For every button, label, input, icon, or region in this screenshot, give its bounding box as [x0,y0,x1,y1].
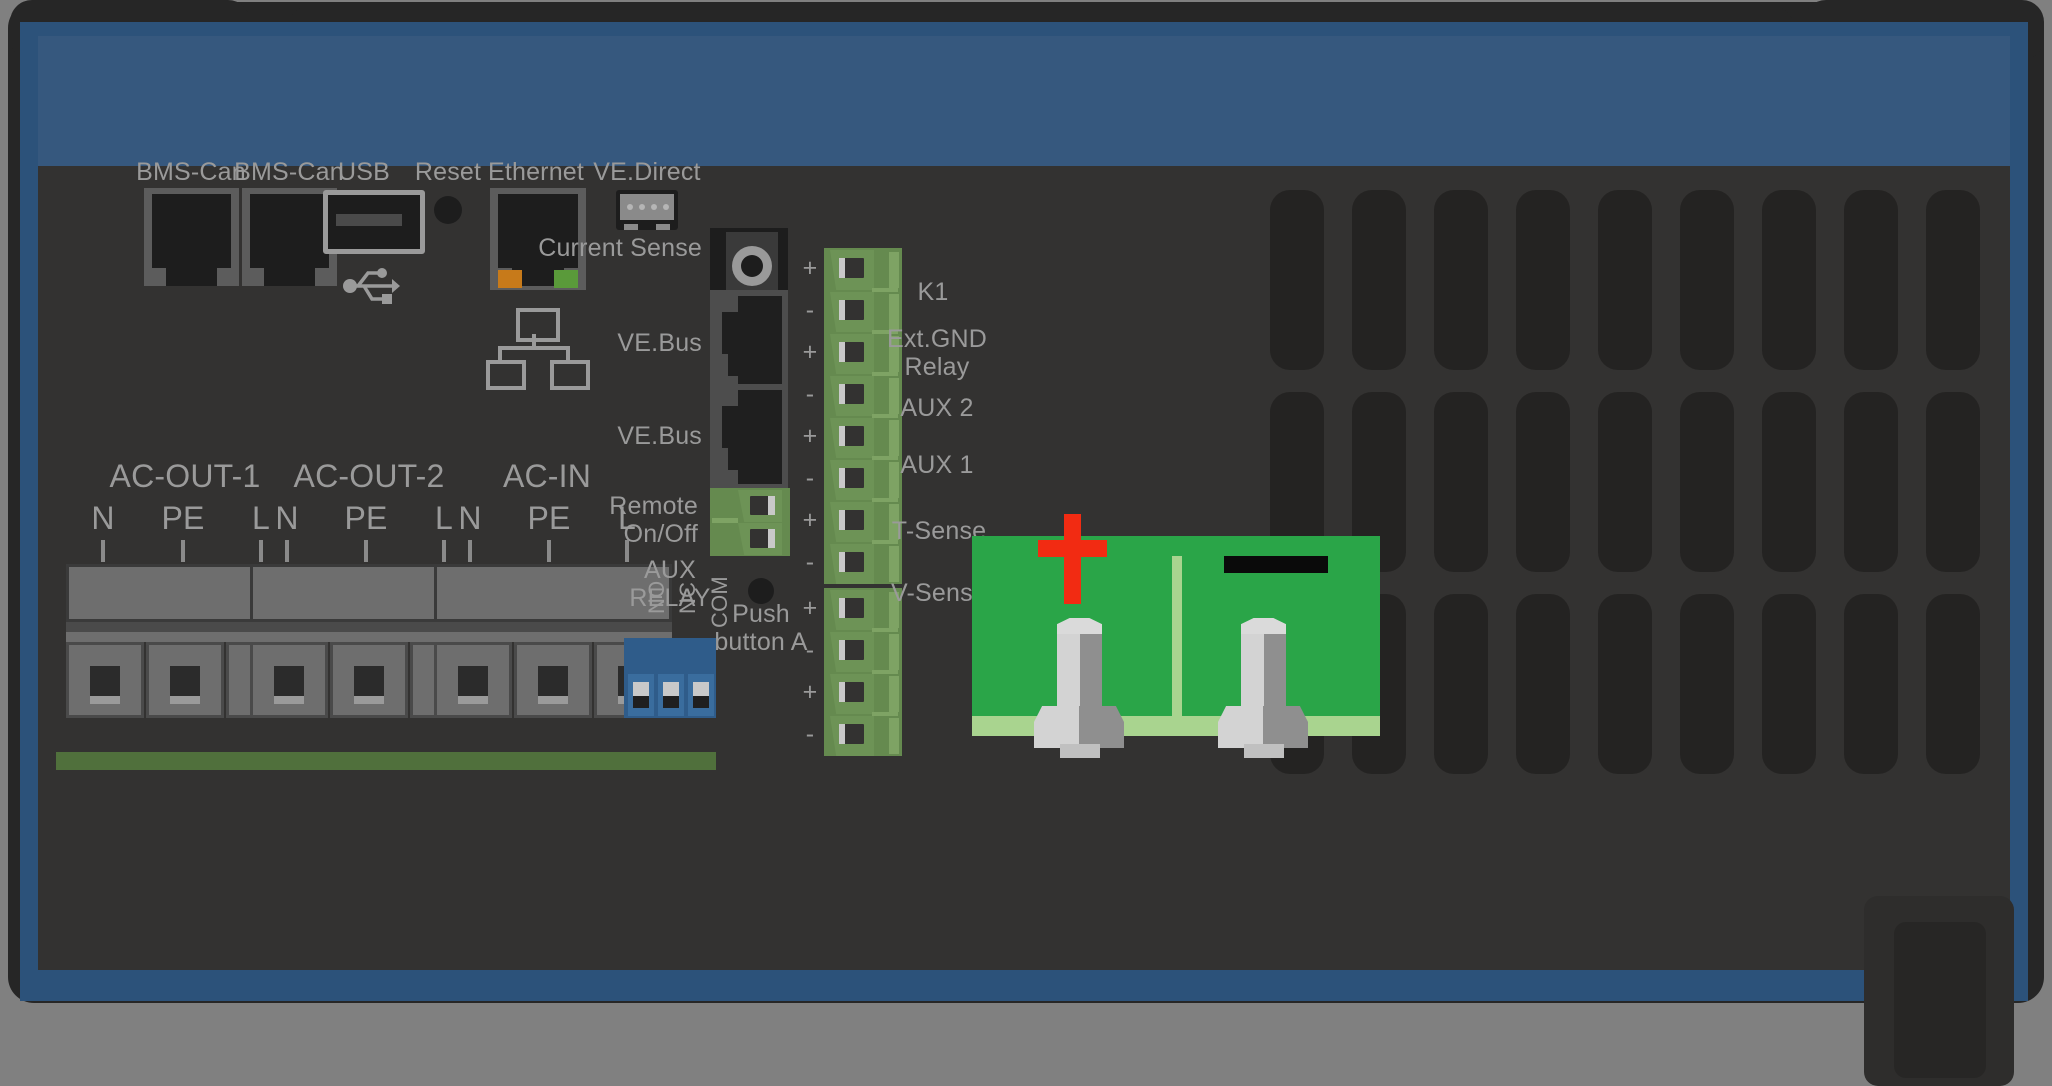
blue-top-band [38,36,2010,166]
ve-bus-2-label: VE.Bus [617,422,702,451]
ac-in-pin-pe-label: PE [527,500,570,537]
reset-label: Reset [415,158,481,187]
polarity-k1-minus: - [806,296,815,325]
terminal-group-extgnd-label-line2: Relay [905,353,970,382]
push-button-label-line2: button A [714,628,807,657]
ve-bus-1-label: VE.Bus [617,329,702,358]
ac-out-2-pin-l-label: L [435,500,453,537]
ve-direct-label: VE.Direct [593,158,700,187]
ac-out-1-pin-n-label: N [91,500,114,537]
ac-out-2-pin-n-label: N [275,500,298,537]
polarity-extgnd-plus: + [803,338,818,367]
terminal-group-k1-label: K1 [918,278,949,307]
ethernet-led-right [554,270,578,288]
polarity-tsense-plus: + [803,594,818,623]
ac-out-2-group-label: AC-OUT-2 [294,458,445,495]
bottom-pcb-strip [56,752,716,770]
push-button-label-line1: Push [732,600,790,629]
polarity-extgnd-minus: - [806,380,815,409]
device-rear-panel: BMS-Can BMS-Can USB [0,0,2052,1001]
terminal-group-aux1-label: AUX 1 [900,451,973,480]
ac-in-pin-n-label: N [458,500,481,537]
polarity-aux2-plus: + [803,422,818,451]
terminal-group-aux2-label: AUX 2 [900,394,973,423]
bms-can-1-label: BMS-Can [136,158,246,187]
ac-out-1-pin-pe-label: PE [161,500,204,537]
ethernet-led-left [498,270,522,288]
ac-out-1-pin-l-label: L [252,500,270,537]
reset-pinhole-icon[interactable] [434,196,462,224]
panel-face: BMS-Can BMS-Can USB [38,166,2010,970]
aux-relay-pin-no-label: NO [644,581,670,614]
polarity-aux2-minus: - [806,464,815,493]
aux-relay-pin-nc-label: NC [675,582,701,614]
ethernet-label: Ethernet [488,158,584,187]
polarity-aux1-plus: + [803,506,818,535]
ac-out-1-group-label: AC-OUT-1 [110,458,261,495]
ac-out-2-pin-pe-label: PE [344,500,387,537]
polarity-vsense-plus: + [803,678,818,707]
minus-marking-icon [1224,556,1328,573]
ac-in-pin-l-label: L [618,500,636,537]
usb-label: USB [338,158,390,187]
ac-in-group-label: AC-IN [503,458,591,495]
polarity-k1-plus: + [803,254,818,283]
terminal-group-extgnd-label-line1: Ext.GND [887,325,987,354]
bms-can-2-label: BMS-Can [234,158,344,187]
polarity-vsense-minus: - [806,720,815,749]
usb-trident-icon [342,266,400,306]
polarity-aux1-minus: - [806,548,815,577]
right-access-panel-inner [1894,922,1986,1078]
aux-relay-pin-com-label: COM [707,576,733,628]
current-sense-label-line1: Current Sense [538,234,702,263]
